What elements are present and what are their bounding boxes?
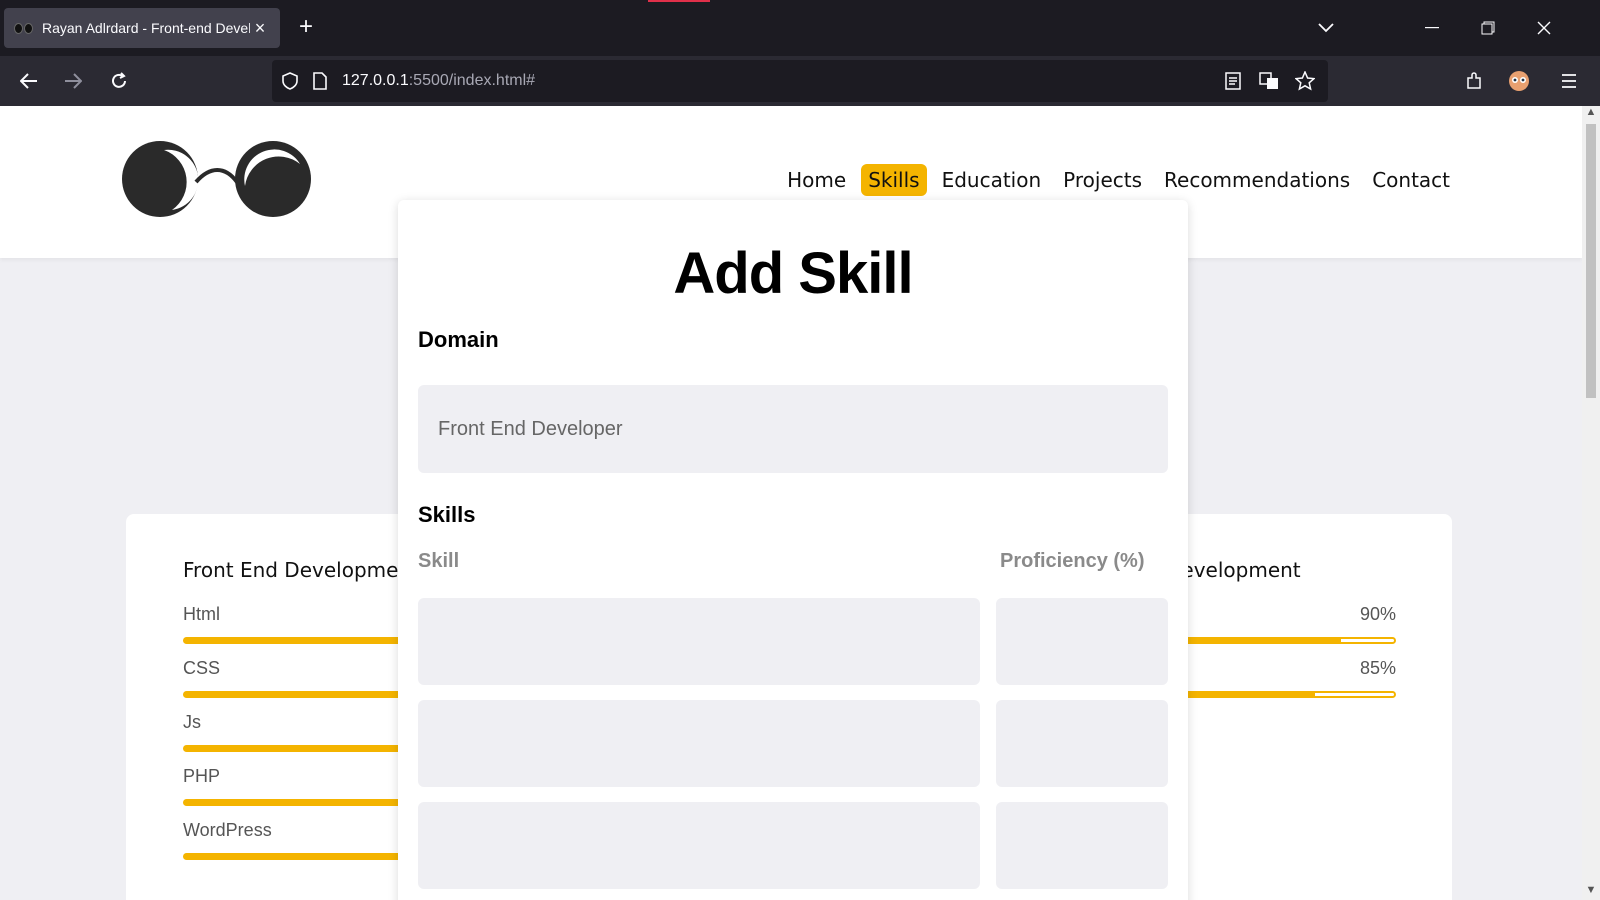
skill-column-header: Skill — [418, 550, 460, 572]
page-icon[interactable] — [308, 69, 332, 93]
skill-name-input[interactable] — [418, 802, 980, 889]
forward-arrow-icon[interactable] — [58, 66, 88, 96]
scroll-up-arrow-icon[interactable]: ▲ — [1582, 106, 1600, 122]
url-text[interactable]: 127.0.0.1:5500/index.html# — [342, 72, 535, 90]
back-arrow-icon[interactable] — [14, 66, 44, 96]
skill-percent: 90% — [1359, 604, 1396, 624]
skill-name-input[interactable] — [418, 700, 980, 787]
main-menu: Home Skills Education Projects Recommend… — [780, 164, 1457, 196]
url-host: 127.0.0.1 — [342, 72, 409, 89]
add-skill-modal: Add Skill Domain Front End Developer Ski… — [398, 200, 1188, 900]
extensions-icon[interactable] — [1460, 66, 1490, 96]
glasses-logo-icon[interactable] — [120, 136, 316, 222]
address-bar[interactable]: 127.0.0.1:5500/index.html# — [272, 60, 1328, 102]
browser-tab[interactable]: Rayan Adlrdard - Front-end Developer × — [4, 8, 280, 48]
proficiency-input[interactable] — [996, 598, 1168, 685]
menu-item-projects[interactable]: Projects — [1056, 164, 1149, 196]
hamburger-menu-icon[interactable] — [1554, 66, 1584, 96]
domain-input[interactable]: Front End Developer — [418, 385, 1168, 473]
reload-icon[interactable] — [104, 66, 134, 96]
close-tab-icon[interactable]: × — [250, 18, 270, 38]
skill-percent: 85% — [1359, 658, 1396, 678]
menu-item-contact[interactable]: Contact — [1365, 164, 1457, 196]
skills-label: Skills — [418, 502, 476, 527]
page-viewport: Home Skills Education Projects Recommend… — [0, 106, 1582, 900]
minimize-window-icon[interactable] — [1418, 14, 1446, 42]
domain-label: Domain — [418, 327, 499, 352]
proficiency-input[interactable] — [996, 802, 1168, 889]
translate-icon[interactable] — [1256, 68, 1282, 94]
account-avatar-icon[interactable] — [1504, 66, 1534, 96]
menu-item-recommendations[interactable]: Recommendations — [1157, 164, 1357, 196]
navigation-toolbar: 127.0.0.1:5500/index.html# — [0, 56, 1600, 106]
scroll-down-arrow-icon[interactable]: ▼ — [1582, 884, 1600, 900]
reader-view-icon[interactable] — [1220, 68, 1246, 94]
close-window-icon[interactable] — [1530, 14, 1558, 42]
tab-strip: Rayan Adlrdard - Front-end Developer × + — [0, 0, 1600, 56]
skill-name-input[interactable] — [418, 598, 980, 685]
menu-item-skills[interactable]: Skills — [861, 164, 927, 196]
proficiency-input[interactable] — [996, 700, 1168, 787]
bookmark-star-icon[interactable] — [1292, 68, 1318, 94]
modal-title: Add Skill — [673, 241, 913, 306]
new-tab-button[interactable]: + — [294, 15, 318, 40]
vertical-scrollbar[interactable]: ▲ ▼ — [1582, 106, 1600, 900]
list-tabs-chevron-icon[interactable] — [1312, 14, 1340, 42]
tab-title: Rayan Adlrdard - Front-end Developer — [42, 20, 250, 36]
restore-window-icon[interactable] — [1474, 14, 1502, 42]
menu-item-education[interactable]: Education — [935, 164, 1049, 196]
proficiency-column-header: Proficiency (%) — [1000, 550, 1145, 572]
tab-indicator — [648, 0, 710, 2]
site-favicon-icon — [14, 20, 34, 36]
shield-icon[interactable] — [278, 69, 302, 93]
menu-item-home[interactable]: Home — [780, 164, 853, 196]
url-path: :5500/index.html# — [408, 72, 536, 89]
scrollbar-thumb[interactable] — [1586, 124, 1596, 398]
